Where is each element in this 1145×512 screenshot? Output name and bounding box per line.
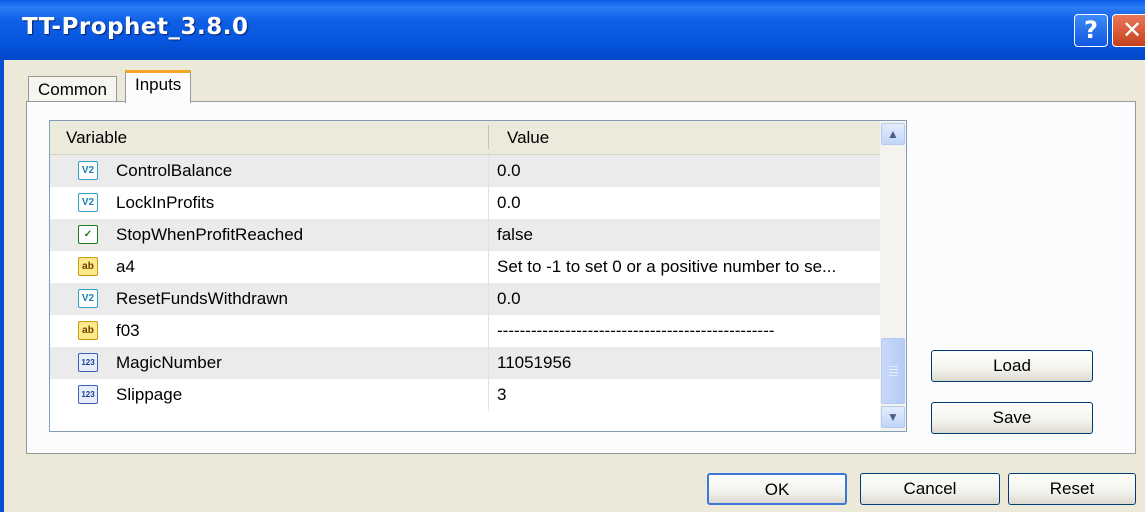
- grip-icon: [889, 366, 898, 367]
- tab-inputs-label: Inputs: [135, 75, 182, 94]
- variable-value[interactable]: 11051956: [497, 353, 571, 373]
- cell-divider: [488, 315, 489, 347]
- grip-icon: [889, 372, 898, 373]
- vertical-scrollbar[interactable]: ▲ ▼: [880, 121, 906, 431]
- variable-name: a4: [116, 257, 135, 276]
- help-button[interactable]: ?: [1074, 14, 1108, 47]
- scroll-down-button[interactable]: ▼: [881, 406, 905, 428]
- variable-name: Slippage: [116, 385, 183, 404]
- cell-divider: [488, 379, 489, 411]
- variable-value[interactable]: 0.0: [497, 161, 521, 181]
- column-divider[interactable]: [488, 125, 489, 149]
- ok-button[interactable]: OK: [707, 473, 847, 505]
- close-button[interactable]: ✕: [1112, 14, 1145, 47]
- variable-name: ResetFundsWithdrawn: [116, 289, 288, 308]
- variable-value[interactable]: 0.0: [497, 289, 521, 309]
- table-row[interactable]: V2 ResetFundsWithdrawn 0.0: [50, 283, 880, 315]
- variable-value[interactable]: ----------------------------------------…: [497, 321, 774, 341]
- variable-value[interactable]: 0.0: [497, 193, 521, 213]
- string-icon: ab: [78, 321, 98, 340]
- chevron-down-icon: ▼: [887, 410, 899, 424]
- scroll-up-button[interactable]: ▲: [881, 123, 905, 145]
- variable-value[interactable]: Set to -1 to set 0 or a positive number …: [497, 257, 836, 277]
- cell-divider: [488, 187, 489, 219]
- cell-divider: [488, 155, 489, 187]
- bool-icon: ✓: [78, 225, 98, 244]
- reset-button[interactable]: Reset: [1008, 473, 1136, 505]
- variable-name: LockInProfits: [116, 193, 215, 212]
- double-icon: V2: [78, 161, 98, 180]
- help-icon: ?: [1084, 16, 1098, 44]
- double-icon: V2: [78, 193, 98, 212]
- variable-value[interactable]: 3: [497, 385, 506, 405]
- close-icon: ✕: [1121, 16, 1143, 44]
- integer-icon: 123: [78, 385, 98, 404]
- integer-icon: 123: [78, 353, 98, 372]
- scroll-thumb[interactable]: [881, 338, 905, 404]
- grip-icon: [889, 369, 898, 370]
- chevron-up-icon: ▲: [887, 127, 899, 141]
- table-row[interactable]: ab f03 ---------------------------------…: [50, 315, 880, 347]
- table-row[interactable]: 123 MagicNumber 11051956: [50, 347, 880, 379]
- table-row[interactable]: 123 Slippage 3: [50, 379, 880, 411]
- dialog-window: TT-Prophet_3.8.0 ? ✕ Common Inputs Varia…: [0, 0, 1145, 512]
- double-icon: V2: [78, 289, 98, 308]
- table-row[interactable]: V2 LockInProfits 0.0: [50, 187, 880, 219]
- table-row[interactable]: ab a4 Set to -1 to set 0 or a positive n…: [50, 251, 880, 283]
- column-header-value[interactable]: Value: [507, 128, 549, 148]
- cell-divider: [488, 283, 489, 315]
- variable-name: StopWhenProfitReached: [116, 225, 304, 244]
- column-header-variable[interactable]: Variable: [66, 128, 127, 148]
- string-icon: ab: [78, 257, 98, 276]
- load-button[interactable]: Load: [931, 350, 1093, 382]
- tab-common[interactable]: Common: [28, 76, 117, 102]
- grid-header: Variable Value: [50, 121, 880, 155]
- cancel-button[interactable]: Cancel: [860, 473, 1000, 505]
- variable-name: f03: [116, 321, 140, 340]
- grip-icon: [889, 375, 898, 376]
- table-row[interactable]: V2 ControlBalance 0.0: [50, 155, 880, 187]
- title-bar[interactable]: TT-Prophet_3.8.0 ? ✕: [0, 0, 1145, 60]
- inputs-grid: Variable Value V2 ControlBalance 0.0 V2 …: [49, 120, 907, 432]
- cell-divider: [488, 347, 489, 379]
- variable-name: MagicNumber: [116, 353, 222, 372]
- cell-divider: [488, 219, 489, 251]
- window-title: TT-Prophet_3.8.0: [22, 14, 249, 40]
- cell-divider: [488, 251, 489, 283]
- tab-common-label: Common: [38, 80, 107, 99]
- window-border: [0, 60, 4, 512]
- inputs-panel: Variable Value V2 ControlBalance 0.0 V2 …: [26, 101, 1136, 454]
- table-row[interactable]: ✓ StopWhenProfitReached false: [50, 219, 880, 251]
- save-button[interactable]: Save: [931, 402, 1093, 434]
- tab-inputs[interactable]: Inputs: [125, 70, 192, 103]
- variable-value[interactable]: false: [497, 225, 533, 245]
- variable-name: ControlBalance: [116, 161, 233, 180]
